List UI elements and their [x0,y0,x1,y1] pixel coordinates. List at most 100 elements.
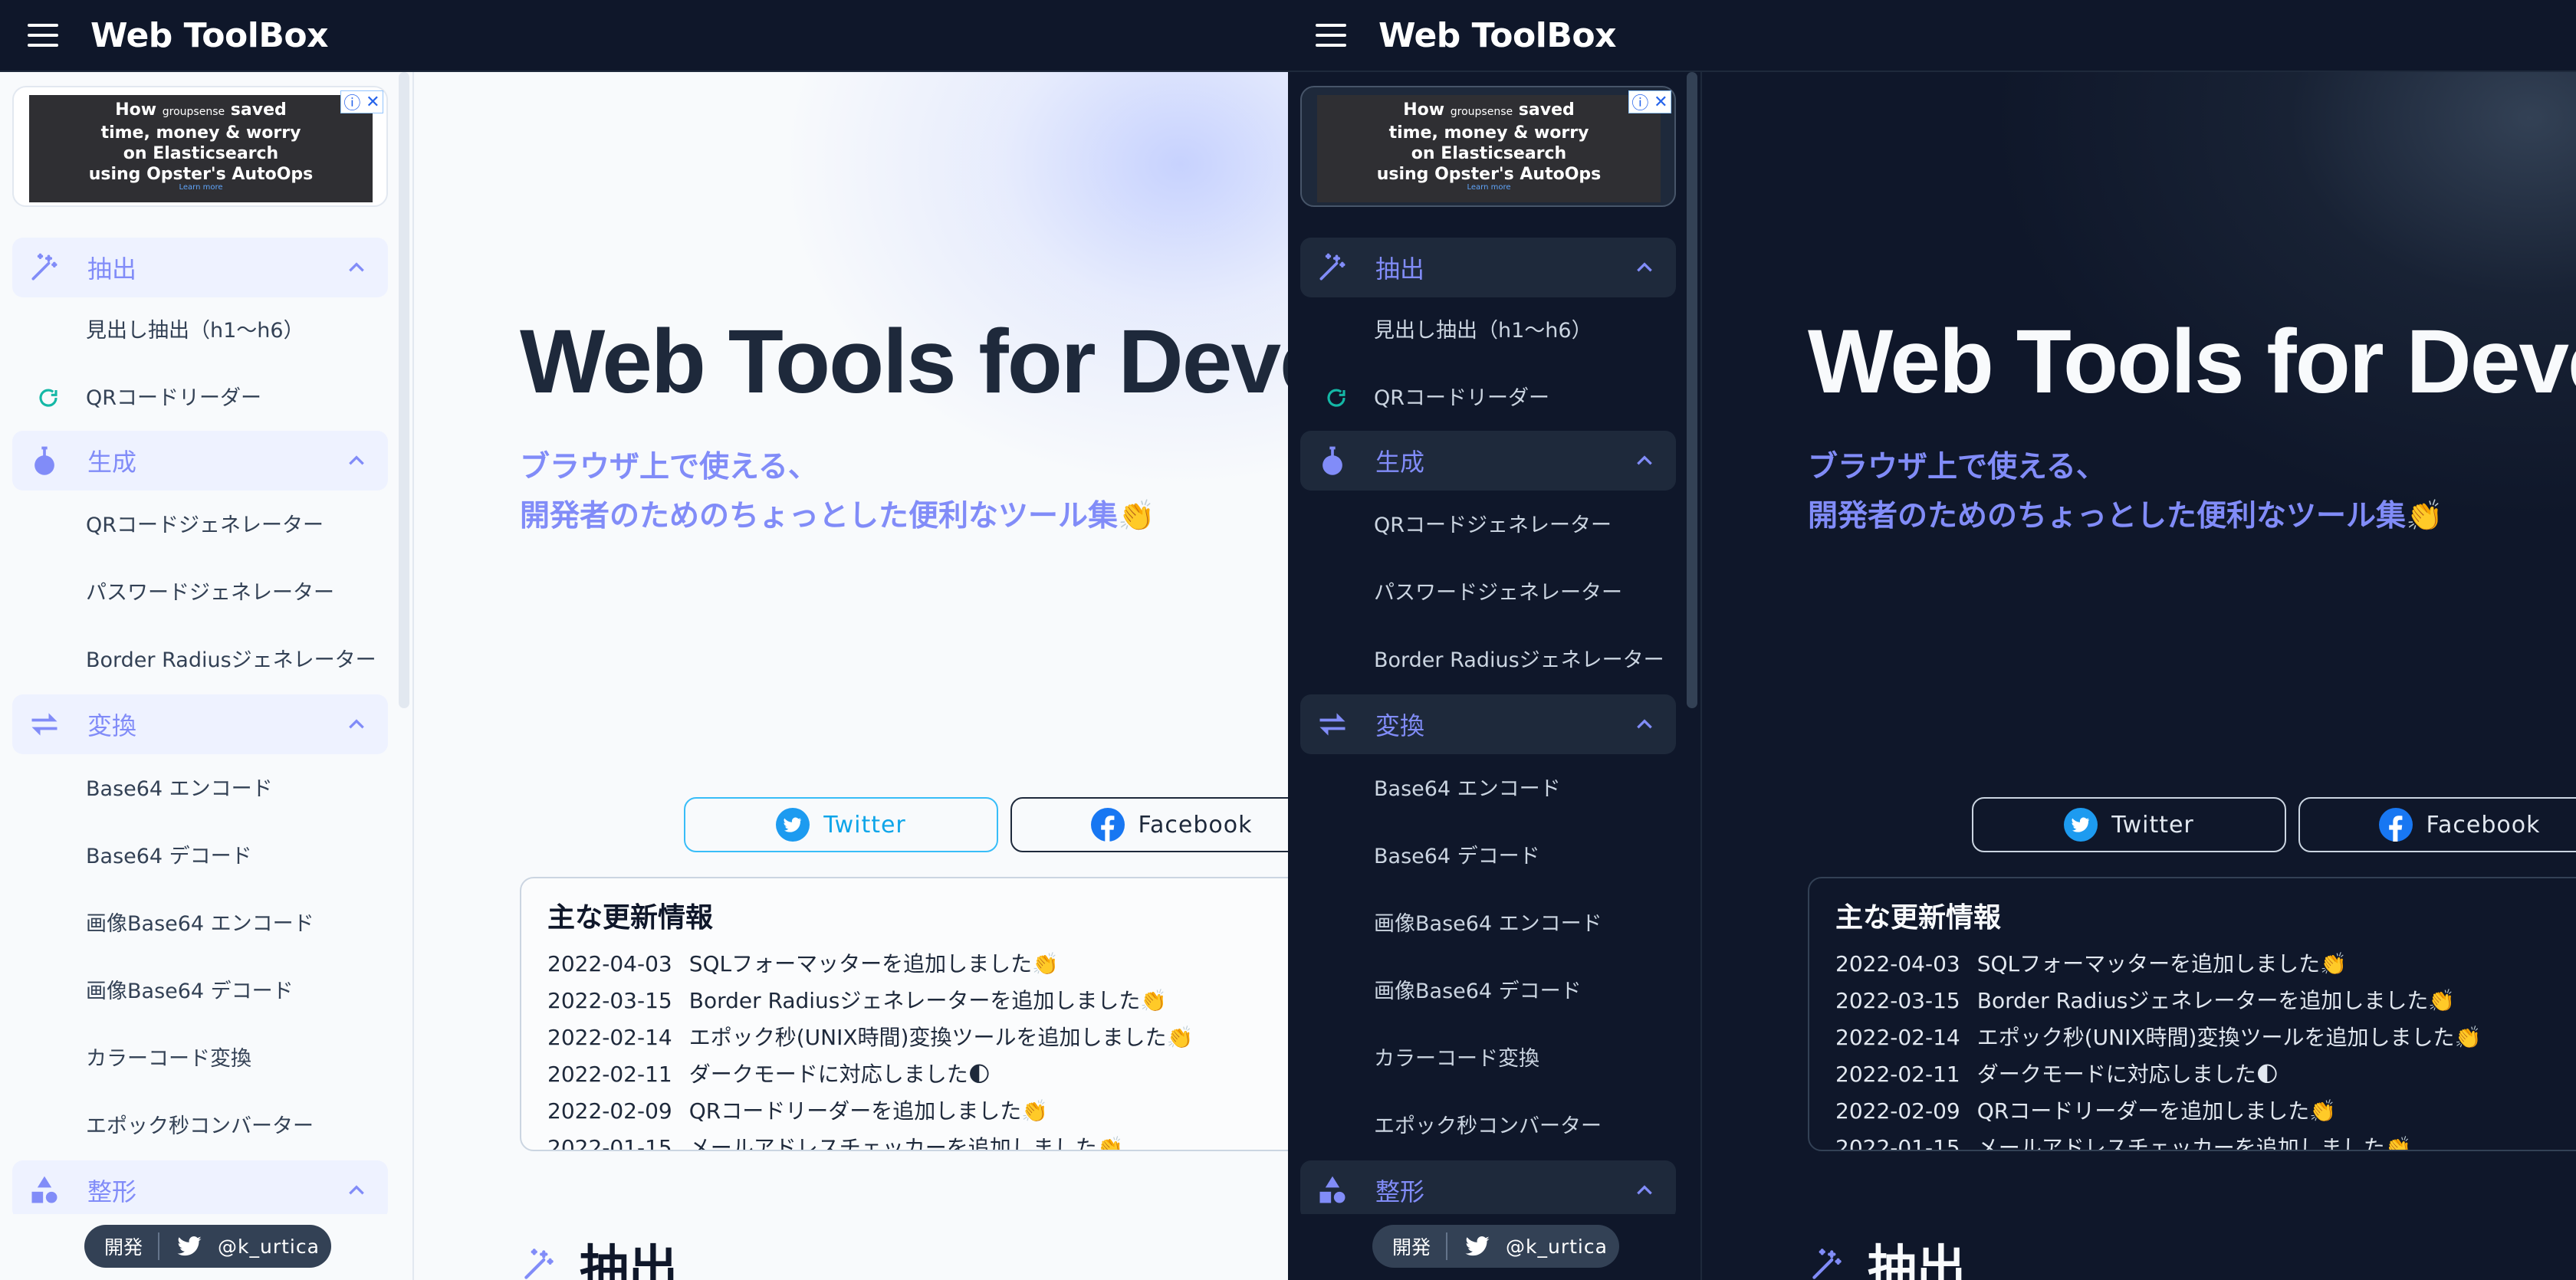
hamburger-menu-icon[interactable] [28,24,58,47]
nav-item-base64-encode[interactable]: Base64 エンコード [86,766,273,812]
sidebar: How groupsense saved time, money & worry… [0,72,414,1280]
share-twitter-button[interactable]: Twitter [1972,797,2286,852]
hero-title: Web Tools for Deve [1808,311,2576,412]
nav-item-password-generator[interactable]: パスワードジェネレーター [86,570,334,616]
nav-item-image-base64-encode[interactable]: 画像Base64 エンコード [86,901,314,947]
update-entry: 2022-02-11 ダークモードに対応しました🌓 [1835,1062,2279,1087]
ad-banner[interactable]: How groupsense saved time, money & worry… [12,86,388,207]
section-format[interactable]: 整形 [12,1160,388,1214]
chevron-up-icon [1637,455,1652,465]
sidebar-nav: How groupsense saved time, money & worry… [1288,72,1687,1214]
updates-list: 2022-04-03 SQLフォーマッターを追加しました👏 2022-03-15 B… [1835,946,2482,1151]
nav-item-image-base64-encode[interactable]: 画像Base64 エンコード [1374,901,1602,947]
nav-item-border-radius-generator[interactable]: Border Radiusジェネレーター [1374,638,1664,684]
nav-item-heading-extract[interactable]: 見出し抽出（h1〜h6） [86,308,304,354]
sidebar-scrollbar[interactable] [1685,72,1700,1214]
update-entry: 2022-03-15 Border Radiusジェネレーターを追加しました👏 [547,988,1168,1013]
developer-badge[interactable]: 開発 @k_urtica [1372,1225,1619,1268]
nav-item-heading-extract[interactable]: 見出し抽出（h1〜h6） [1374,308,1592,354]
chevron-up-icon [349,1185,364,1195]
main-content: Web Tools for Deve ブラウザ上で使える、 開発者のためのちょっ… [414,72,1288,1280]
update-entry: 2022-02-09 QRコードリーダーを追加しました👏 [1835,1098,2337,1124]
nav-item-epoch-converter[interactable]: エポック秒コンバーター [1374,1104,1602,1150]
share-facebook-button[interactable]: Facebook [2298,797,2576,852]
nav-item-epoch-converter[interactable]: エポック秒コンバーター [86,1104,314,1150]
update-entry: 2022-01-15 メールアドレスチェッカーを追加しました👏 [1835,1135,2412,1151]
light-theme-view: Web ToolBox How groupsense saved time, m… [0,0,1288,1280]
section-heading-extract: 抽出 [1808,1229,1966,1280]
update-entry: 2022-02-09 QRコードリーダーを追加しました👏 [547,1098,1049,1124]
magic-wand-icon [31,253,58,281]
nav-item-qr-reader[interactable]: QRコードリーダー [86,376,261,422]
update-entry: 2022-02-14 エポック秒(UNIX時間)変換ツールを追加しました👏 [1835,1025,2482,1050]
sidebar: How groupsense saved time, money & worry… [1288,72,1702,1280]
magic-wand-icon [524,1249,554,1279]
nav-item-qr-generator[interactable]: QRコードジェネレーター [1374,503,1612,549]
chevron-up-icon [1637,1185,1652,1195]
nav-item-image-base64-decode[interactable]: 画像Base64 デコード [86,969,294,1015]
refresh-icon [1327,389,1346,407]
facebook-logo-icon [2378,808,2413,842]
updates-panel: 主な更新情報 2022-04-03 SQLフォーマッターを追加しました👏 2022… [520,877,1288,1151]
swap-arrows-icon [31,713,58,736]
nav-item-color-code-convert[interactable]: カラーコード変換 [86,1036,251,1082]
magic-wand-icon [1812,1249,1842,1279]
swap-arrows-icon [1319,713,1346,736]
sidebar-scrollbar[interactable] [397,72,412,1214]
shapes-icon [1319,1176,1346,1203]
chevron-up-icon [1637,262,1652,272]
twitter-logo-icon [776,808,810,842]
section-convert[interactable]: 変換 [12,694,388,754]
developer-badge[interactable]: 開発 @k_urtica [84,1225,331,1268]
shapes-icon [31,1176,58,1203]
section-extract[interactable]: 抽出 [12,238,388,297]
section-format[interactable]: 整形 [1300,1160,1676,1214]
update-entry: 2022-02-11 ダークモードに対応しました🌓 [547,1062,991,1087]
ad-image[interactable]: How groupsense saved time, money & worry… [29,95,373,202]
chevron-up-icon [349,719,364,729]
share-facebook-button[interactable]: Facebook [1010,797,1288,852]
chevron-up-icon [349,262,364,272]
updates-panel: 主な更新情報 2022-04-03 SQLフォーマッターを追加しました👏 2022… [1808,877,2576,1151]
nav-item-qr-generator[interactable]: QRコードジェネレーター [86,503,324,549]
flask-icon [34,446,54,475]
twitter-bird-icon [177,1236,202,1256]
update-entry: 2022-03-15 Border Radiusジェネレーターを追加しました👏 [1835,988,2456,1013]
updates-list: 2022-04-03 SQLフォーマッターを追加しました👏 2022-03-15 B… [547,946,1194,1150]
magic-wand-icon [1319,253,1346,281]
ad-banner[interactable]: How groupsense saved time, money & worry… [1300,86,1676,207]
dark-theme-view: Web ToolBox How groupsense saved time, m… [1288,0,2576,1280]
ad-close-icon[interactable]: ⓘ ✕ [1628,90,1671,113]
share-twitter-button[interactable]: Twitter [684,797,998,852]
nav-item-qr-reader[interactable]: QRコードリーダー [1374,376,1549,422]
chevron-up-icon [349,455,364,465]
nav-item-border-radius-generator[interactable]: Border Radiusジェネレーター [86,638,376,684]
section-convert[interactable]: 変換 [1300,694,1676,754]
app-title[interactable]: Web ToolBox [1378,16,1616,55]
twitter-logo-icon [2064,808,2098,842]
nav-item-base64-decode[interactable]: Base64 デコード [1374,834,1540,880]
sidebar-scroll-thumb[interactable] [399,72,409,708]
ad-close-icon[interactable]: ⓘ ✕ [340,90,383,113]
app-bar: Web ToolBox [0,0,1288,72]
nav-item-color-code-convert[interactable]: カラーコード変換 [1374,1036,1539,1082]
section-generate[interactable]: 生成 [1300,431,1676,491]
section-extract[interactable]: 抽出 [1300,238,1676,297]
app-bar: Web ToolBox [1288,0,2576,72]
facebook-logo-icon [1090,808,1125,842]
flask-icon [1322,446,1342,475]
refresh-icon [39,389,58,407]
twitter-bird-icon [1465,1236,1490,1256]
ad-image[interactable]: How groupsense saved time, money & worry… [1317,95,1661,202]
sidebar-scroll-thumb[interactable] [1687,72,1697,708]
update-entry: 2022-02-14 エポック秒(UNIX時間)変換ツールを追加しました👏 [547,1025,1194,1050]
nav-item-base64-encode[interactable]: Base64 エンコード [1374,766,1561,812]
hamburger-menu-icon[interactable] [1316,24,1346,47]
app-title[interactable]: Web ToolBox [90,16,328,55]
section-generate[interactable]: 生成 [12,431,388,491]
sidebar-nav: How groupsense saved time, money & worry… [0,72,399,1214]
nav-item-password-generator[interactable]: パスワードジェネレーター [1374,570,1622,616]
hero-subtitle: ブラウザ上で使える、 開発者のためのちょっとした便利なツール集👏 [520,450,1155,533]
nav-item-image-base64-decode[interactable]: 画像Base64 デコード [1374,969,1582,1015]
nav-item-base64-decode[interactable]: Base64 デコード [86,834,252,880]
